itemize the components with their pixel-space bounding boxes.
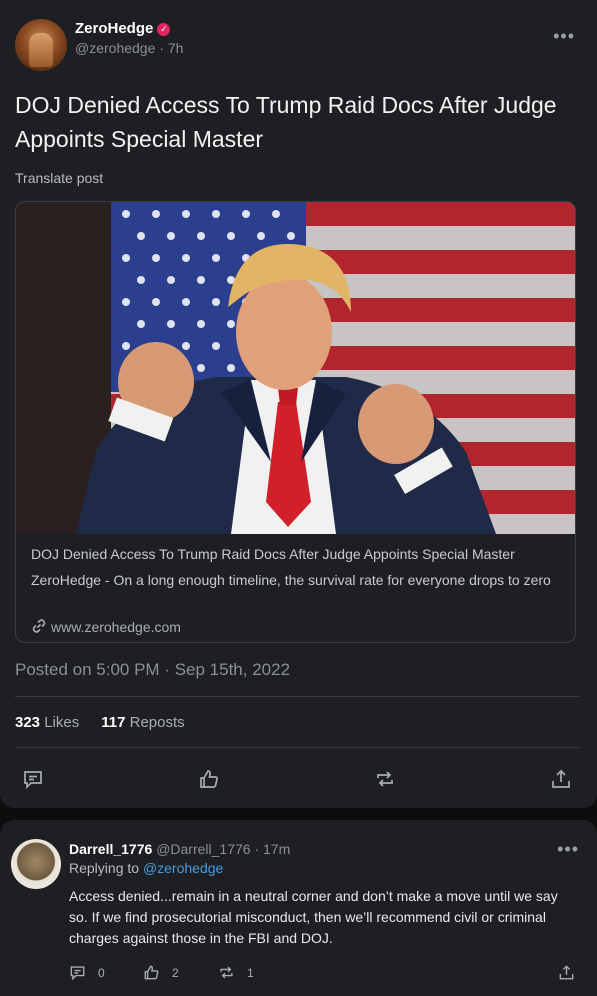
likes-stat[interactable]: 323 Likes: [15, 714, 79, 731]
reply-author-name[interactable]: Darrell_1776: [69, 841, 152, 857]
verified-icon: ✓: [157, 23, 171, 36]
divider: [15, 696, 579, 697]
author-handle-line: @zerohedge · 7h: [75, 40, 184, 56]
replying-to-handle[interactable]: @zerohedge: [143, 860, 223, 876]
likes-label: Likes: [44, 714, 80, 731]
reply-more-options-icon[interactable]: •••: [557, 839, 579, 860]
replying-to-line: Replying to @zerohedge: [69, 860, 223, 876]
author-handle[interactable]: @zerohedge: [75, 40, 155, 56]
like-icon[interactable]: [198, 768, 220, 790]
reply-repost-button[interactable]: 1: [218, 964, 254, 982]
post-time: 7h: [167, 40, 184, 56]
link-preview-image: [16, 202, 575, 534]
repost-icon[interactable]: [374, 768, 396, 790]
link-icon: [32, 619, 46, 633]
repost-icon: [220, 966, 233, 979]
comment-icon[interactable]: [22, 768, 44, 790]
like-icon: [144, 965, 159, 980]
post-card: ZeroHedge ✓ @zerohedge · 7h ••• DOJ Denie…: [0, 0, 597, 808]
reply-share-button[interactable]: [558, 964, 587, 982]
share-icon[interactable]: [550, 768, 572, 790]
link-preview-title[interactable]: DOJ Denied Access To Trump Raid Docs Aft…: [31, 546, 515, 562]
post-timestamp: Posted on 5:00 PM · Sep 15th, 2022: [15, 660, 291, 679]
likes-count: 323: [15, 714, 41, 731]
reply-repost-count: 1: [247, 966, 254, 980]
reply-comment-count: 0: [98, 966, 105, 980]
share-icon: [559, 965, 574, 980]
replying-prefix: Replying to: [69, 860, 140, 876]
reply-like-button[interactable]: 2: [143, 964, 179, 982]
link-preview-domain[interactable]: www.zerohedge.com: [31, 618, 181, 635]
reposts-stat[interactable]: 117 Reposts: [101, 714, 184, 731]
more-options-icon[interactable]: •••: [553, 26, 575, 47]
reply-time: 17m: [263, 841, 291, 857]
divider: [15, 747, 579, 748]
link-domain-text: www.zerohedge.com: [51, 619, 181, 635]
post-stats: 323 Likes 117 Reposts: [15, 714, 185, 731]
author-name[interactable]: ZeroHedge ✓: [75, 20, 171, 37]
reply-author-line: Darrell_1776 @Darrell_1776 · 17m: [69, 841, 291, 857]
author-avatar[interactable]: [15, 19, 67, 71]
link-preview-description: ZeroHedge - On a long enough timeline, t…: [31, 572, 551, 588]
reposts-count: 117: [101, 714, 126, 731]
reply-comment-button[interactable]: 0: [69, 964, 105, 982]
reply-author-avatar[interactable]: [11, 839, 61, 889]
reply-author-handle[interactable]: @Darrell_1776: [156, 841, 250, 857]
author-name-text[interactable]: ZeroHedge: [75, 20, 153, 37]
reply-body: Access denied...remain in a neutral corn…: [69, 888, 558, 946]
post-headline: DOJ Denied Access To Trump Raid Docs Aft…: [15, 92, 557, 152]
reply-like-count: 2: [172, 966, 179, 980]
comment-icon: [70, 966, 85, 981]
link-preview-card[interactable]: DOJ Denied Access To Trump Raid Docs Aft…: [15, 201, 576, 643]
translate-post-link[interactable]: Translate post: [15, 170, 103, 186]
reposts-label: Reposts: [129, 714, 185, 731]
